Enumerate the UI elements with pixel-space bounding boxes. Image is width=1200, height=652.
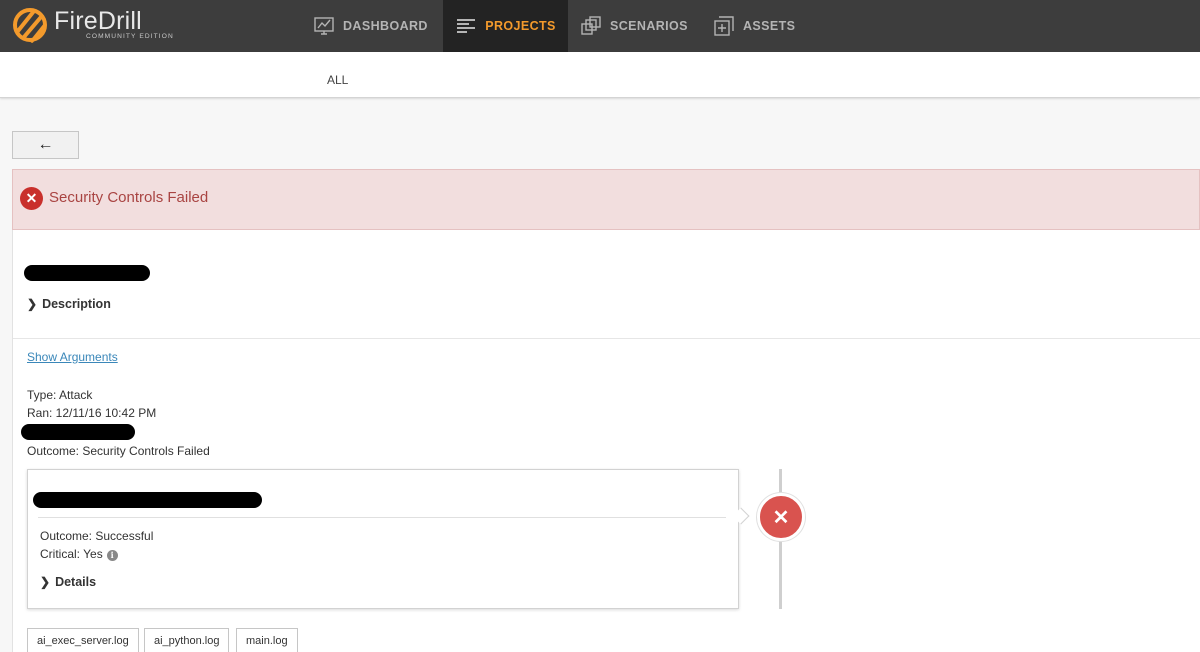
type-text: Type: Attack xyxy=(27,388,93,402)
logo-subtitle: COMMUNITY EDITION xyxy=(86,33,174,40)
action-critical: Critical: Yes i xyxy=(40,547,118,561)
chevron-right-icon: ❯ xyxy=(27,297,38,311)
details-label: Details xyxy=(55,575,97,589)
outcome-text: Outcome: Security Controls Failed xyxy=(27,444,210,458)
nav-projects-label: PROJECTS xyxy=(485,19,556,33)
list-lines-icon xyxy=(457,19,476,33)
nav-assets[interactable]: ASSETS xyxy=(713,0,801,52)
chart-monitor-icon xyxy=(314,17,334,35)
log-button-ai-exec-server[interactable]: ai_exec_server.log xyxy=(27,628,139,652)
info-icon[interactable]: i xyxy=(106,549,118,561)
redacted-title xyxy=(24,265,150,281)
failed-x-icon: ✕ xyxy=(757,493,805,541)
top-navbar: FireDrill COMMUNITY EDITION DASHBOARD PR… xyxy=(0,0,1200,52)
error-x-icon: ✕ xyxy=(20,187,43,210)
redacted-field xyxy=(21,424,135,440)
description-toggle[interactable]: ❯ Description xyxy=(27,297,111,311)
nav-projects[interactable]: PROJECTS xyxy=(443,0,568,52)
log-button-ai-python[interactable]: ai_python.log xyxy=(144,628,230,652)
back-button[interactable]: ← xyxy=(12,131,79,159)
description-label: Description xyxy=(42,297,111,311)
firedrill-logo-icon xyxy=(13,8,47,43)
card-divider xyxy=(38,517,726,518)
details-toggle[interactable]: ❯ Details xyxy=(40,575,96,589)
action-critical-text: Critical: Yes xyxy=(40,547,103,561)
stacked-squares-icon xyxy=(581,16,601,35)
section-divider xyxy=(13,338,1200,339)
sub-navbar: ALL xyxy=(0,52,1200,98)
app-logo[interactable]: FireDrill COMMUNITY EDITION xyxy=(12,5,173,47)
show-arguments-link[interactable]: Show Arguments xyxy=(27,350,118,364)
card-pointer xyxy=(732,507,750,525)
nav-assets-label: ASSETS xyxy=(743,19,796,33)
action-card: Outcome: Successful Critical: Yes i ❯ Det… xyxy=(27,469,750,609)
subnav-all-link[interactable]: ALL xyxy=(327,73,348,87)
failure-banner: ✕ Security Controls Failed xyxy=(12,169,1200,230)
nav-scenarios[interactable]: SCENARIOS xyxy=(580,0,692,52)
banner-text: Security Controls Failed xyxy=(49,189,209,206)
plus-square-icon xyxy=(714,16,734,36)
action-outcome-text: Outcome: Successful xyxy=(40,529,154,543)
result-panel: ❯ Description Show Arguments Type: Attac… xyxy=(12,230,1200,652)
redacted-action-name xyxy=(33,492,262,508)
log-button-main[interactable]: main.log xyxy=(236,628,298,652)
nav-dashboard-label: DASHBOARD xyxy=(343,19,428,33)
nav-dashboard[interactable]: DASHBOARD xyxy=(313,0,433,52)
logo-text: FireDrill xyxy=(54,7,142,35)
chevron-right-icon: ❯ xyxy=(40,575,51,589)
ran-text: Ran: 12/11/16 10:42 PM xyxy=(27,406,157,420)
nav-scenarios-label: SCENARIOS xyxy=(610,19,688,33)
